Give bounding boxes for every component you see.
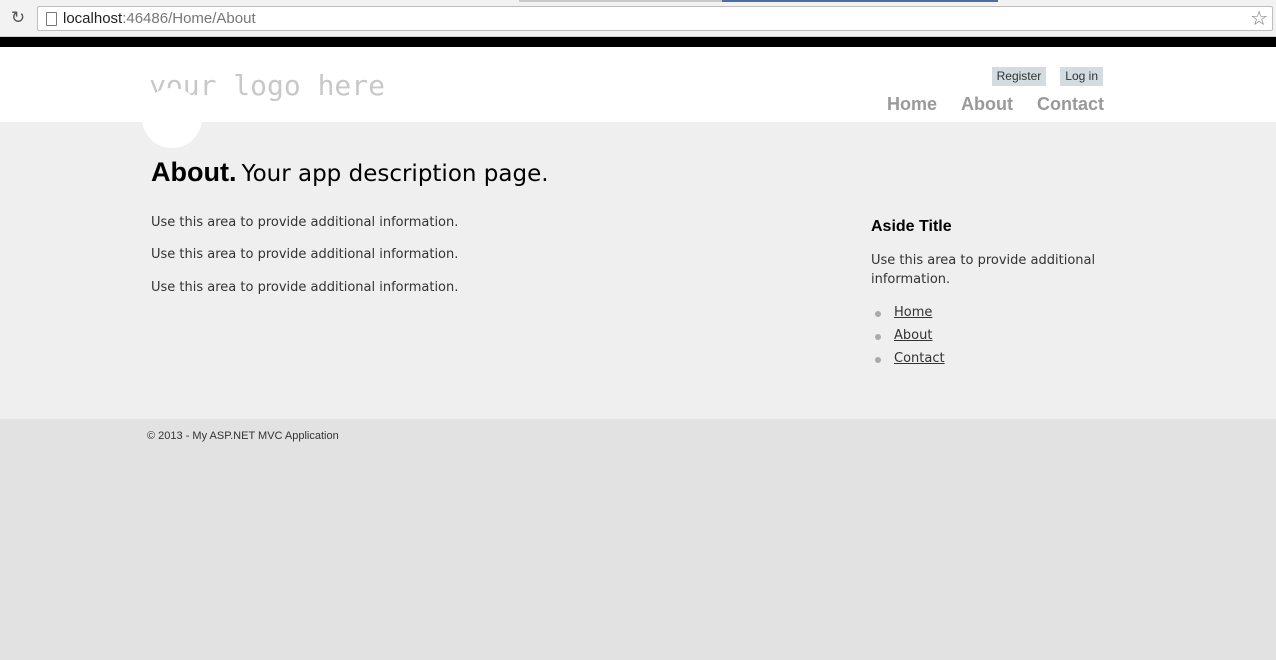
- logo-decoration: [142, 88, 202, 148]
- aside-text: Use this area to provide additional info…: [871, 253, 1096, 287]
- login-links: Register Log in: [978, 65, 1103, 86]
- browser-toolbar: ↻ localhost:46486/Home/About ☆: [0, 0, 1276, 37]
- aside-link-about[interactable]: About: [894, 328, 932, 343]
- main-content: About. Your app description page. Use th…: [0, 122, 1276, 419]
- bookmark-star-icon[interactable]: ☆: [1250, 7, 1268, 29]
- info-paragraph: Use this area to provide additional info…: [151, 215, 459, 230]
- login-link[interactable]: Log in: [1060, 67, 1103, 86]
- nav-home[interactable]: Home: [887, 94, 937, 115]
- aside-title: Aside Title: [871, 218, 952, 235]
- page-title-strong: About.: [151, 157, 237, 187]
- url-host: localhost: [63, 10, 123, 27]
- bullet-icon: [875, 334, 881, 340]
- info-paragraph: Use this area to provide additional info…: [151, 247, 459, 262]
- bullet-icon: [875, 311, 881, 317]
- tab-strip-edge-active: [722, 0, 998, 2]
- info-paragraph: Use this area to provide additional info…: [151, 280, 459, 295]
- page-title: About. Your app description page.: [151, 157, 549, 188]
- page-title-subtitle: Your app description page.: [241, 161, 549, 187]
- register-link[interactable]: Register: [991, 67, 1047, 86]
- url-path: :46486/Home/About: [122, 10, 256, 27]
- url-text[interactable]: localhost:46486/Home/About: [63, 10, 256, 27]
- page-icon: [46, 12, 57, 26]
- address-bar[interactable]: localhost:46486/Home/About ☆: [37, 6, 1273, 31]
- nav-contact[interactable]: Contact: [1037, 94, 1104, 115]
- footer-copyright: © 2013 - My ASP.NET MVC Application: [147, 430, 339, 442]
- aside-link-contact[interactable]: Contact: [894, 351, 945, 366]
- nav-about[interactable]: About: [961, 94, 1013, 115]
- bullet-icon: [875, 357, 881, 363]
- tab-strip-edge: [519, 0, 722, 2]
- main-nav: Home About Contact: [863, 94, 1104, 115]
- aside-link-home[interactable]: Home: [894, 305, 932, 320]
- reload-icon[interactable]: ↻: [8, 8, 28, 28]
- page-top-band: [0, 37, 1276, 47]
